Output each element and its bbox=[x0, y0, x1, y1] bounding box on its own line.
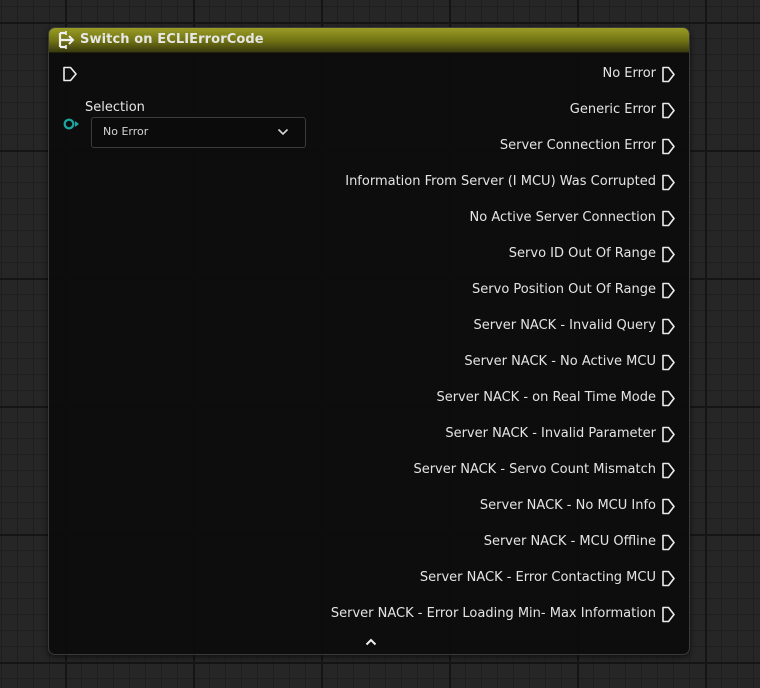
output-label: No Active Server Connection bbox=[469, 210, 656, 225]
output-pin-row[interactable]: Server NACK - on Real Time Mode bbox=[49, 386, 689, 422]
output-pin-row[interactable]: No Active Server Connection bbox=[49, 206, 689, 242]
exec-pin-icon[interactable] bbox=[661, 102, 676, 119]
output-label: Server NACK - No MCU Info bbox=[479, 498, 656, 513]
exec-pin-icon[interactable] bbox=[661, 174, 676, 191]
exec-pin-icon[interactable] bbox=[661, 354, 676, 371]
exec-pin-icon[interactable] bbox=[661, 318, 676, 335]
output-pin-row[interactable]: No Error bbox=[49, 62, 689, 98]
output-label: Server NACK - on Real Time Mode bbox=[436, 390, 656, 405]
output-pin-row[interactable]: Server NACK - Invalid Parameter bbox=[49, 422, 689, 458]
output-label: Server Connection Error bbox=[499, 138, 656, 153]
output-pin-row[interactable]: Server NACK - Servo Count Mismatch bbox=[49, 458, 689, 494]
exec-pin-icon[interactable] bbox=[661, 138, 676, 155]
exec-pin-icon[interactable] bbox=[661, 462, 676, 479]
output-label: Servo ID Out Of Range bbox=[508, 246, 656, 261]
output-pins: No Error Generic Error Server Connection… bbox=[49, 62, 689, 638]
output-pin-row[interactable]: Servo ID Out Of Range bbox=[49, 242, 689, 278]
output-label: Server NACK - Error Contacting MCU bbox=[419, 570, 656, 585]
exec-pin-icon[interactable] bbox=[661, 570, 676, 587]
output-pin-row[interactable]: Server Connection Error bbox=[49, 134, 689, 170]
output-pin-row[interactable]: Servo Position Out Of Range bbox=[49, 278, 689, 314]
exec-pin-icon[interactable] bbox=[661, 246, 676, 263]
output-pin-row[interactable]: Server NACK - No MCU Info bbox=[49, 494, 689, 530]
output-label: Server NACK - MCU Offline bbox=[483, 534, 656, 549]
output-pin-row[interactable]: Information From Server (I MCU) Was Corr… bbox=[49, 170, 689, 206]
output-pin-row[interactable]: Server NACK - Error Contacting MCU bbox=[49, 566, 689, 602]
exec-pin-icon[interactable] bbox=[661, 282, 676, 299]
output-pin-row[interactable]: Server NACK - Error Loading Min- Max Inf… bbox=[49, 602, 689, 638]
exec-pin-icon[interactable] bbox=[661, 606, 676, 623]
node-title: Switch on ECLIErrorCode bbox=[80, 32, 264, 47]
switch-icon bbox=[58, 31, 75, 49]
output-pin-row[interactable]: Server NACK - Invalid Query bbox=[49, 314, 689, 350]
exec-pin-icon[interactable] bbox=[661, 66, 676, 83]
node-header[interactable]: Switch on ECLIErrorCode bbox=[49, 28, 689, 53]
output-label: Generic Error bbox=[569, 102, 656, 117]
output-label: Server NACK - Invalid Query bbox=[473, 318, 656, 333]
output-label: Servo Position Out Of Range bbox=[472, 282, 656, 297]
output-pin-row[interactable]: Server NACK - MCU Offline bbox=[49, 530, 689, 566]
output-label: Server NACK - Error Loading Min- Max Inf… bbox=[330, 606, 656, 621]
exec-pin-icon[interactable] bbox=[661, 534, 676, 551]
output-label: Server NACK - No Active MCU bbox=[464, 354, 656, 369]
output-pin-row[interactable]: Server NACK - No Active MCU bbox=[49, 350, 689, 386]
output-label: No Error bbox=[602, 66, 657, 81]
output-label: Server NACK - Servo Count Mismatch bbox=[413, 462, 656, 477]
output-pin-row[interactable]: Generic Error bbox=[49, 98, 689, 134]
exec-pin-icon[interactable] bbox=[661, 498, 676, 515]
switch-node[interactable]: Switch on ECLIErrorCode Selection No Err… bbox=[48, 27, 690, 655]
exec-pin-icon[interactable] bbox=[661, 210, 676, 227]
exec-pin-icon[interactable] bbox=[661, 426, 676, 443]
chevron-up-icon[interactable] bbox=[365, 637, 377, 647]
output-label: Server NACK - Invalid Parameter bbox=[445, 426, 656, 441]
exec-pin-icon[interactable] bbox=[661, 390, 676, 407]
output-label: Information From Server (I MCU) Was Corr… bbox=[345, 174, 656, 189]
